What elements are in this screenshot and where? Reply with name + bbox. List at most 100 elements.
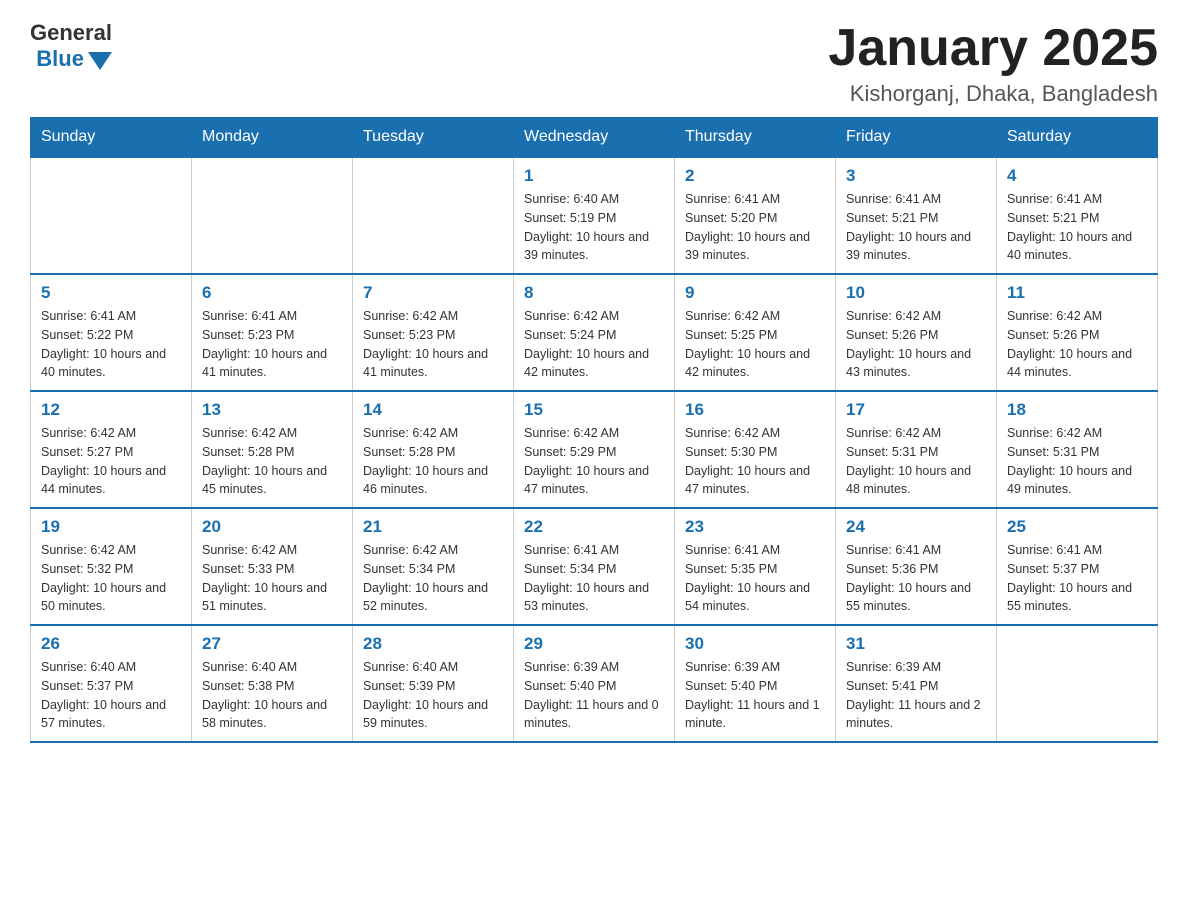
calendar-cell: 12 Sunrise: 6:42 AM Sunset: 5:27 PM Dayli…	[31, 391, 192, 508]
day-info: Sunrise: 6:42 AM Sunset: 5:23 PM Dayligh…	[363, 307, 503, 382]
day-info: Sunrise: 6:42 AM Sunset: 5:28 PM Dayligh…	[363, 424, 503, 499]
day-info: Sunrise: 6:42 AM Sunset: 5:33 PM Dayligh…	[202, 541, 342, 616]
logo: General Blue	[30, 20, 112, 72]
week-row-5: 26 Sunrise: 6:40 AM Sunset: 5:37 PM Dayli…	[31, 625, 1158, 742]
day-info: Sunrise: 6:42 AM Sunset: 5:34 PM Dayligh…	[363, 541, 503, 616]
calendar-cell: 21 Sunrise: 6:42 AM Sunset: 5:34 PM Dayli…	[353, 508, 514, 625]
day-number: 2	[685, 166, 825, 186]
calendar-cell	[192, 157, 353, 274]
calendar-cell: 10 Sunrise: 6:42 AM Sunset: 5:26 PM Dayli…	[836, 274, 997, 391]
calendar-cell: 8Sunrise: 6:42 AM Sunset: 5:24 PM Daylig…	[514, 274, 675, 391]
day-number: 16	[685, 400, 825, 420]
day-number: 11	[1007, 283, 1147, 303]
week-row-3: 12 Sunrise: 6:42 AM Sunset: 5:27 PM Dayli…	[31, 391, 1158, 508]
day-number: 4	[1007, 166, 1147, 186]
day-info: Sunrise: 6:41 AM Sunset: 5:21 PM Dayligh…	[1007, 190, 1147, 265]
day-number: 18	[1007, 400, 1147, 420]
calendar-cell: 3 Sunrise: 6:41 AM Sunset: 5:21 PM Daylig…	[836, 157, 997, 274]
calendar-cell: 26 Sunrise: 6:40 AM Sunset: 5:37 PM Dayli…	[31, 625, 192, 742]
day-info: Sunrise: 6:42 AM Sunset: 5:25 PM Dayligh…	[685, 307, 825, 382]
day-info: Sunrise: 6:41 AM Sunset: 5:23 PM Dayligh…	[202, 307, 342, 382]
title-section: January 2025 Kishorganj, Dhaka, Banglade…	[828, 20, 1158, 107]
calendar-cell: 9 Sunrise: 6:42 AM Sunset: 5:25 PM Daylig…	[675, 274, 836, 391]
calendar-cell: 6 Sunrise: 6:41 AM Sunset: 5:23 PM Daylig…	[192, 274, 353, 391]
logo-blue: Blue	[36, 46, 84, 72]
week-row-4: 19 Sunrise: 6:42 AM Sunset: 5:32 PM Dayli…	[31, 508, 1158, 625]
day-info: Sunrise: 6:42 AM Sunset: 5:29 PM Dayligh…	[524, 424, 664, 499]
day-info: Sunrise: 6:41 AM Sunset: 5:20 PM Dayligh…	[685, 190, 825, 265]
day-info: Sunrise: 6:42 AM Sunset: 5:32 PM Dayligh…	[41, 541, 181, 616]
day-info: Sunrise: 6:40 AM Sunset: 5:37 PM Dayligh…	[41, 658, 181, 733]
day-number: 20	[202, 517, 342, 537]
col-header-sunday: Sunday	[31, 118, 192, 158]
day-number: 29	[524, 634, 664, 654]
day-info: Sunrise: 6:42 AM Sunset: 5:26 PM Dayligh…	[1007, 307, 1147, 382]
day-info: Sunrise: 6:39 AM Sunset: 5:41 PM Dayligh…	[846, 658, 986, 733]
day-info: Sunrise: 6:41 AM Sunset: 5:37 PM Dayligh…	[1007, 541, 1147, 616]
header-row: SundayMondayTuesdayWednesdayThursdayFrid…	[31, 118, 1158, 158]
calendar-cell: 16Sunrise: 6:42 AM Sunset: 5:30 PM Dayli…	[675, 391, 836, 508]
calendar-cell: 19 Sunrise: 6:42 AM Sunset: 5:32 PM Dayli…	[31, 508, 192, 625]
col-header-monday: Monday	[192, 118, 353, 158]
day-info: Sunrise: 6:39 AM Sunset: 5:40 PM Dayligh…	[524, 658, 664, 733]
day-number: 6	[202, 283, 342, 303]
day-number: 7	[363, 283, 503, 303]
day-number: 24	[846, 517, 986, 537]
day-number: 22	[524, 517, 664, 537]
calendar-cell: 2 Sunrise: 6:41 AM Sunset: 5:20 PM Daylig…	[675, 157, 836, 274]
calendar-cell: 5 Sunrise: 6:41 AM Sunset: 5:22 PM Daylig…	[31, 274, 192, 391]
day-info: Sunrise: 6:39 AM Sunset: 5:40 PM Dayligh…	[685, 658, 825, 733]
calendar-cell: 20 Sunrise: 6:42 AM Sunset: 5:33 PM Dayli…	[192, 508, 353, 625]
calendar-cell: 27Sunrise: 6:40 AM Sunset: 5:38 PM Dayli…	[192, 625, 353, 742]
day-number: 5	[41, 283, 181, 303]
day-number: 8	[524, 283, 664, 303]
day-number: 15	[524, 400, 664, 420]
day-info: Sunrise: 6:42 AM Sunset: 5:26 PM Dayligh…	[846, 307, 986, 382]
day-info: Sunrise: 6:41 AM Sunset: 5:36 PM Dayligh…	[846, 541, 986, 616]
calendar-table: SundayMondayTuesdayWednesdayThursdayFrid…	[30, 117, 1158, 743]
calendar-cell: 23 Sunrise: 6:41 AM Sunset: 5:35 PM Dayli…	[675, 508, 836, 625]
day-number: 12	[41, 400, 181, 420]
day-number: 21	[363, 517, 503, 537]
day-info: Sunrise: 6:41 AM Sunset: 5:21 PM Dayligh…	[846, 190, 986, 265]
day-number: 14	[363, 400, 503, 420]
day-info: Sunrise: 6:41 AM Sunset: 5:22 PM Dayligh…	[41, 307, 181, 382]
logo-triangle-icon	[88, 52, 112, 70]
day-number: 23	[685, 517, 825, 537]
calendar-cell: 28Sunrise: 6:40 AM Sunset: 5:39 PM Dayli…	[353, 625, 514, 742]
location-title: Kishorganj, Dhaka, Bangladesh	[828, 81, 1158, 107]
calendar-cell: 11 Sunrise: 6:42 AM Sunset: 5:26 PM Dayli…	[997, 274, 1158, 391]
page-header: General Blue January 2025 Kishorganj, Dh…	[30, 20, 1158, 107]
calendar-cell	[997, 625, 1158, 742]
calendar-cell: 13Sunrise: 6:42 AM Sunset: 5:28 PM Dayli…	[192, 391, 353, 508]
day-number: 3	[846, 166, 986, 186]
day-number: 10	[846, 283, 986, 303]
day-number: 27	[202, 634, 342, 654]
calendar-cell: 4 Sunrise: 6:41 AM Sunset: 5:21 PM Daylig…	[997, 157, 1158, 274]
col-header-thursday: Thursday	[675, 118, 836, 158]
day-number: 9	[685, 283, 825, 303]
calendar-cell: 24 Sunrise: 6:41 AM Sunset: 5:36 PM Dayli…	[836, 508, 997, 625]
day-info: Sunrise: 6:42 AM Sunset: 5:27 PM Dayligh…	[41, 424, 181, 499]
calendar-cell: 29 Sunrise: 6:39 AM Sunset: 5:40 PM Dayli…	[514, 625, 675, 742]
logo-general: General	[30, 20, 112, 46]
calendar-cell: 15 Sunrise: 6:42 AM Sunset: 5:29 PM Dayli…	[514, 391, 675, 508]
day-number: 25	[1007, 517, 1147, 537]
day-info: Sunrise: 6:42 AM Sunset: 5:31 PM Dayligh…	[1007, 424, 1147, 499]
calendar-cell: 1Sunrise: 6:40 AM Sunset: 5:19 PM Daylig…	[514, 157, 675, 274]
week-row-2: 5 Sunrise: 6:41 AM Sunset: 5:22 PM Daylig…	[31, 274, 1158, 391]
day-number: 28	[363, 634, 503, 654]
calendar-cell	[353, 157, 514, 274]
day-number: 19	[41, 517, 181, 537]
calendar-cell: 14 Sunrise: 6:42 AM Sunset: 5:28 PM Dayli…	[353, 391, 514, 508]
day-info: Sunrise: 6:42 AM Sunset: 5:28 PM Dayligh…	[202, 424, 342, 499]
day-info: Sunrise: 6:41 AM Sunset: 5:35 PM Dayligh…	[685, 541, 825, 616]
day-info: Sunrise: 6:41 AM Sunset: 5:34 PM Dayligh…	[524, 541, 664, 616]
calendar-cell: 17Sunrise: 6:42 AM Sunset: 5:31 PM Dayli…	[836, 391, 997, 508]
day-info: Sunrise: 6:40 AM Sunset: 5:19 PM Dayligh…	[524, 190, 664, 265]
col-header-wednesday: Wednesday	[514, 118, 675, 158]
col-header-friday: Friday	[836, 118, 997, 158]
day-number: 26	[41, 634, 181, 654]
day-number: 30	[685, 634, 825, 654]
day-number: 17	[846, 400, 986, 420]
